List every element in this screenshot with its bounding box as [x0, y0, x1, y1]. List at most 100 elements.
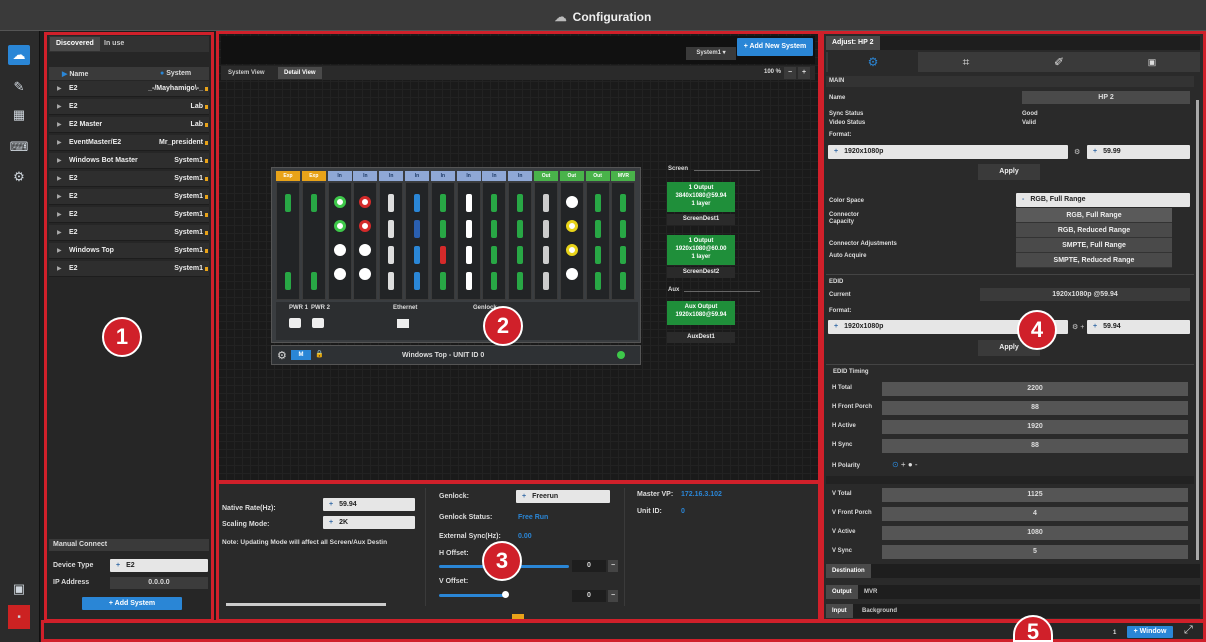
color-space-select[interactable]: - RGB, Full Range [1016, 193, 1190, 207]
timing-value-field[interactable]: 88 [882, 439, 1188, 453]
port-connector[interactable] [517, 246, 524, 264]
port-connector[interactable] [465, 246, 472, 264]
expand-icon[interactable]: ▶ [57, 121, 62, 128]
port-connector[interactable] [517, 194, 524, 212]
port-connector[interactable] [491, 246, 498, 264]
port-connector[interactable] [465, 194, 472, 212]
port-connector[interactable] [388, 246, 395, 264]
port-connector[interactable] [310, 272, 317, 290]
h-offset-field[interactable]: 0 [572, 560, 606, 572]
screen-output-box[interactable]: 1 Output 1920x1080@60.00 1 layer [667, 235, 735, 265]
table-row[interactable]: ▶ E2 Lab [49, 99, 209, 115]
rate-select[interactable]: +59.99 [1087, 145, 1190, 159]
port-connector[interactable] [491, 272, 498, 290]
table-row[interactable]: ▶ E2 System1 [49, 261, 209, 277]
port-connector[interactable] [565, 196, 578, 208]
v-offset-field[interactable]: 0 [572, 590, 606, 602]
crop-icon[interactable]: ⌗ [921, 52, 1011, 72]
brush-icon[interactable]: ✐ [1014, 52, 1104, 72]
add-window-button[interactable]: + Window [1127, 626, 1173, 638]
port-connector[interactable] [594, 194, 601, 212]
zoom-out-button[interactable]: − [784, 67, 796, 79]
color-space-option[interactable]: SMPTE, Full Range [1016, 238, 1172, 253]
gear-icon[interactable]: ⚙ [8, 167, 30, 187]
tab-discovered[interactable]: Discovered [50, 37, 100, 51]
port-connector[interactable] [565, 220, 578, 232]
port-connector[interactable] [543, 246, 549, 264]
table-row[interactable]: ▶ E2 System1 [49, 171, 209, 187]
expand-icon[interactable]: ▶ [57, 193, 62, 200]
column-name-header[interactable]: ▶ Name [62, 70, 88, 78]
tab-adjust[interactable]: Adjust: HP 2 [826, 36, 880, 50]
expand-icon[interactable]: ▶ [57, 265, 62, 272]
adjust-scrollbar[interactable] [1196, 100, 1199, 560]
format-select[interactable]: +1920x1080p [828, 145, 1068, 159]
aux-output-box[interactable]: Aux Output 1920x1080@59.94 [667, 301, 735, 325]
port-connector[interactable] [439, 272, 446, 290]
port-connector[interactable] [285, 194, 291, 212]
table-row[interactable]: ▶ Windows Top System1 [49, 243, 209, 259]
timing-value-field[interactable]: 1080 [882, 526, 1188, 540]
timing-value-field[interactable]: 88 [882, 401, 1188, 415]
expand-icon[interactable]: ▶ [57, 229, 62, 236]
port-connector[interactable] [491, 194, 498, 212]
port-connector[interactable] [620, 246, 627, 264]
tab-mvr[interactable]: MVR [858, 585, 883, 599]
port-connector[interactable] [620, 272, 627, 290]
table-row[interactable]: ▶ E2 System1 [49, 189, 209, 205]
edid-rate-select[interactable]: +59.94 [1087, 320, 1190, 334]
port-connector[interactable] [414, 272, 420, 290]
expand-icon[interactable]: ▶ [57, 157, 62, 164]
keyboard-icon[interactable]: ⌨ [8, 137, 30, 157]
port-connector[interactable] [388, 194, 395, 212]
timing-value-field[interactable]: 1920 [882, 420, 1188, 434]
port-connector[interactable] [543, 194, 549, 212]
tab-system-view[interactable]: System View [222, 67, 271, 79]
tab-detail-view[interactable]: Detail View [278, 67, 322, 79]
name-field[interactable]: HP 2 [1022, 91, 1190, 104]
table-row[interactable]: ▶ E2 _-/Mayhamigo\-_ [49, 81, 209, 97]
port-connector[interactable] [565, 268, 578, 280]
port-connector[interactable] [388, 272, 395, 290]
port-connector[interactable] [543, 220, 549, 238]
expand-icon[interactable]: ▶ [57, 103, 62, 110]
timing-value-field[interactable]: 2200 [882, 382, 1188, 396]
port-connector[interactable] [333, 244, 346, 256]
column-system-header[interactable]: ● System [160, 70, 191, 77]
grid-icon[interactable]: ▦ [8, 105, 30, 125]
edit-icon[interactable]: ✎ [8, 77, 30, 97]
settings-gear-icon[interactable]: ⚙ [277, 349, 287, 362]
port-connector[interactable] [414, 194, 420, 212]
port-connector[interactable] [594, 220, 601, 238]
splitter-handle[interactable] [512, 614, 524, 619]
expand-icon[interactable]: ▶ [57, 175, 62, 182]
apply-button[interactable]: Apply [978, 164, 1040, 180]
port-connector[interactable] [517, 220, 524, 238]
genlock-select[interactable]: + Freerun [516, 490, 610, 503]
port-connector[interactable] [333, 196, 346, 208]
port-connector[interactable] [465, 272, 472, 290]
gear-icon[interactable]: ⚙ [828, 52, 918, 72]
port-connector[interactable] [333, 220, 346, 232]
network-icon[interactable]: ☁ [8, 45, 30, 65]
port-connector[interactable] [620, 194, 627, 212]
panel-scrollbar[interactable] [226, 603, 386, 606]
color-space-option[interactable]: SMPTE, Reduced Range [1016, 253, 1172, 268]
h-polarity-options[interactable]: ⊙ + ● - [892, 460, 918, 469]
table-row[interactable]: ▶ Windows Bot Master System1 [49, 153, 209, 169]
color-space-option[interactable]: RGB, Reduced Range [1016, 223, 1172, 238]
timing-value-field[interactable]: 4 [882, 507, 1188, 521]
port-connector[interactable] [465, 220, 472, 238]
port-connector[interactable] [388, 220, 395, 238]
timing-value-field[interactable]: 5 [882, 545, 1188, 559]
native-rate-select[interactable]: +59.94 [323, 498, 415, 511]
screen-output-box[interactable]: 1 Output 3840x1080@59.94 1 layer [667, 182, 735, 212]
expand-icon[interactable]: ▶ [57, 139, 62, 146]
fullscreen-icon[interactable]: ⤢ [1184, 624, 1193, 637]
port-connector[interactable] [491, 220, 498, 238]
ip-address-field[interactable]: 0.0.0.0 [110, 577, 208, 589]
s-icon[interactable]: ▣ [1107, 52, 1197, 72]
add-new-system-button[interactable]: + Add New System [737, 38, 813, 56]
table-row[interactable]: ▶ E2 Master Lab [49, 117, 209, 133]
device-type-select[interactable]: + E2 [110, 559, 208, 572]
